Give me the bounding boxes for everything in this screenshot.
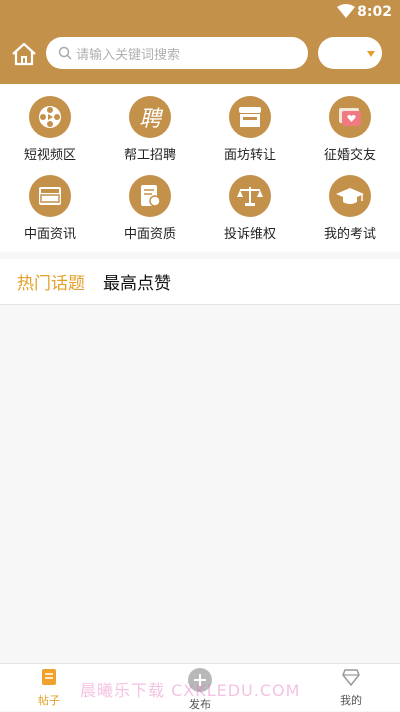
nav-posts[interactable]: 帖子 xyxy=(19,668,79,708)
category-label: 面坊转让 xyxy=(223,148,276,163)
scales-icon xyxy=(229,175,271,217)
tab-hot-topics[interactable]: 热门话题 xyxy=(17,269,85,294)
wifi-icon xyxy=(337,4,355,18)
topic-tabs: 热门话题 最高点赞 xyxy=(0,259,400,305)
category-label: 中面资质 xyxy=(123,227,176,242)
category-label: 中面资讯 xyxy=(23,227,76,242)
search-icon xyxy=(58,46,72,60)
category-grid: 短视频区 聘 帮工招聘 面坊转让 征婚交友 中面资讯 中面资质 投诉维权 我的考… xyxy=(0,84,400,252)
home-icon[interactable] xyxy=(11,42,37,66)
category-label: 征婚交友 xyxy=(323,148,376,163)
nav-mine[interactable]: 我的 xyxy=(321,668,381,708)
category-label: 我的考试 xyxy=(323,227,376,242)
app-header: 8:02 请输入关键词搜索 xyxy=(0,0,400,84)
category-qualification[interactable]: 中面资质 xyxy=(100,175,200,242)
graduation-cap-icon xyxy=(329,175,371,217)
category-shop-transfer[interactable]: 面坊转让 xyxy=(200,96,300,163)
post-list-empty xyxy=(0,305,400,663)
category-short-video[interactable]: 短视频区 xyxy=(0,96,100,163)
watermark: 晨曦乐下载 CXKLEDU.COM xyxy=(80,681,301,700)
film-reel-icon xyxy=(29,96,71,138)
category-label: 投诉维权 xyxy=(223,227,276,242)
nav-posts-label: 帖子 xyxy=(38,694,60,707)
heart-photo-icon xyxy=(329,96,371,138)
search-placeholder: 请输入关键词搜索 xyxy=(76,47,181,63)
recruit-icon: 聘 xyxy=(129,96,171,138)
tab-most-liked[interactable]: 最高点赞 xyxy=(103,269,171,294)
category-label: 帮工招聘 xyxy=(123,148,176,163)
shop-icon xyxy=(229,96,271,138)
category-news[interactable]: 中面资讯 xyxy=(0,175,100,242)
status-time: 8:02 xyxy=(357,4,392,20)
chevron-down-icon xyxy=(367,51,375,57)
category-complaint[interactable]: 投诉维权 xyxy=(200,175,300,242)
news-icon xyxy=(29,175,71,217)
search-input[interactable]: 请输入关键词搜索 xyxy=(46,37,308,69)
certificate-icon xyxy=(129,175,171,217)
category-recruit[interactable]: 聘 帮工招聘 xyxy=(100,96,200,163)
posts-icon xyxy=(42,669,56,685)
diamond-icon xyxy=(342,669,360,687)
category-exam[interactable]: 我的考试 xyxy=(300,175,400,242)
category-label: 短视频区 xyxy=(23,148,76,163)
category-dating[interactable]: 征婚交友 xyxy=(300,96,400,163)
region-dropdown[interactable] xyxy=(318,37,382,69)
nav-mine-label: 我的 xyxy=(340,694,362,707)
